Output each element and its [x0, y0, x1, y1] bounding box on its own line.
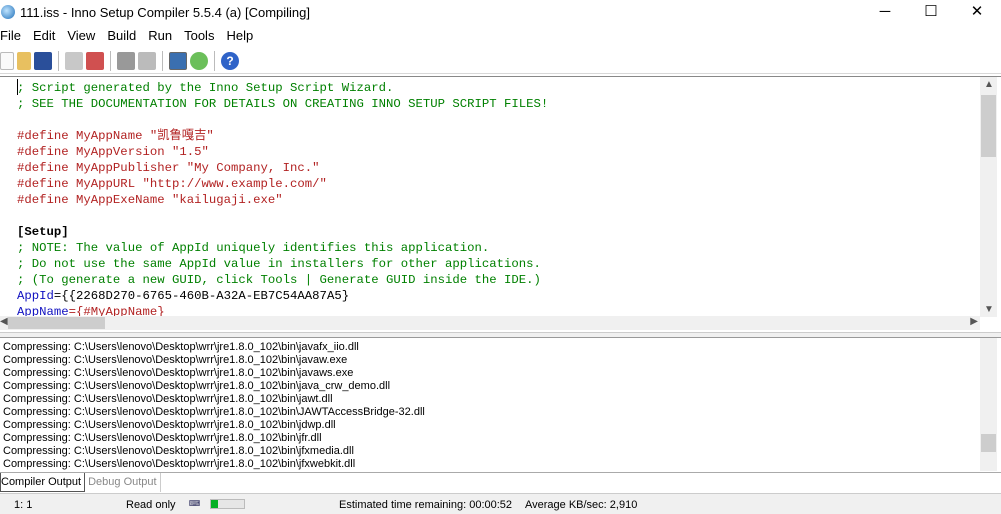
menu-build[interactable]: Build: [101, 26, 142, 46]
code-text[interactable]: ; Script generated by the Inno Setup Scr…: [17, 80, 548, 320]
code-line: ; NOTE: The value of AppId uniquely iden…: [17, 241, 490, 255]
compiler-output-panel: Compressing: C:\Users\lenovo\Desktop\wrr…: [0, 338, 1001, 471]
cursor-position: 1: 1: [14, 499, 33, 511]
compile-icon[interactable]: [65, 51, 83, 70]
code-line: #define MyAppName "凯鲁嘎吉": [17, 129, 214, 143]
code-line: ; Script generated by the Inno Setup Scr…: [17, 81, 394, 95]
editor-vertical-scrollbar[interactable]: ▲ ▼: [980, 77, 997, 317]
app-icon: [1, 5, 15, 19]
code-key: AppId: [17, 289, 54, 303]
menu-bar: File Edit View Build Run Tools Help: [0, 26, 995, 46]
help-icon[interactable]: ?: [221, 51, 239, 70]
keyboard-icon: ⌨: [188, 499, 201, 508]
uninstall-icon[interactable]: [190, 51, 208, 70]
maximize-button[interactable]: ☐: [908, 0, 954, 26]
code-line: ; (To generate a new GUID, click Tools |…: [17, 273, 541, 287]
edit-mode: Read only: [126, 499, 176, 511]
output-line: Compressing: C:\Users\lenovo\Desktop\wrr…: [3, 445, 354, 457]
code-line: #define MyAppExeName "kailugaji.exe": [17, 193, 283, 207]
output-line: Compressing: C:\Users\lenovo\Desktop\wrr…: [3, 393, 333, 405]
script-editor[interactable]: ; Script generated by the Inno Setup Scr…: [0, 76, 1001, 330]
menu-edit[interactable]: Edit: [27, 26, 61, 46]
output-line: Compressing: C:\Users\lenovo\Desktop\wrr…: [3, 406, 425, 418]
average-speed: Average KB/sec: 2,910: [525, 499, 638, 511]
output-line: Compressing: C:\Users\lenovo\Desktop\wrr…: [3, 380, 391, 392]
output-line: Compressing: C:\Users\lenovo\Desktop\wrr…: [3, 419, 336, 431]
output-scrollbar[interactable]: [980, 338, 997, 471]
menu-file[interactable]: File: [0, 26, 27, 46]
menu-help[interactable]: Help: [220, 26, 259, 46]
menu-view[interactable]: View: [61, 26, 101, 46]
code-line: AppId={{2268D270-6765-460B-A32A-EB7C54AA…: [17, 288, 548, 304]
output-tabs: Compiler Output Debug Output: [0, 472, 1001, 492]
code-line: #define MyAppPublisher "My Company, Inc.…: [17, 161, 320, 175]
output-line: Compressing: C:\Users\lenovo\Desktop\wrr…: [3, 432, 322, 444]
window-title: 111.iss - Inno Setup Compiler 5.5.4 (a) …: [20, 5, 310, 20]
new-icon[interactable]: [0, 51, 14, 70]
pause-icon[interactable]: [138, 51, 156, 70]
stop-compile-icon[interactable]: [86, 51, 104, 70]
menu-tools[interactable]: Tools: [178, 26, 220, 46]
code-line: #define MyAppURL "http://www.example.com…: [17, 177, 327, 191]
output-line: Compressing: C:\Users\lenovo\Desktop\wrr…: [3, 341, 359, 353]
close-button[interactable]: ✕: [954, 0, 1000, 26]
output-line: Compressing: C:\Users\lenovo\Desktop\wrr…: [3, 354, 348, 366]
run-icon[interactable]: [117, 51, 135, 70]
minimize-button[interactable]: ─: [862, 0, 908, 26]
target-icon[interactable]: [169, 51, 187, 70]
tab-debug-output[interactable]: Debug Output: [85, 473, 161, 492]
status-bar: 1: 1 Read only ⌨ Estimated time remainin…: [0, 493, 1001, 514]
toolbar: ?: [0, 48, 1001, 74]
compile-progress-bar: [210, 499, 245, 509]
open-icon[interactable]: [17, 51, 31, 70]
output-line: Compressing: C:\Users\lenovo\Desktop\wrr…: [3, 458, 356, 470]
save-icon[interactable]: [34, 51, 52, 70]
estimated-time: Estimated time remaining: 00:00:52: [339, 499, 513, 511]
code-line: #define MyAppVersion "1.5": [17, 145, 209, 159]
code-value: ={{2268D270-6765-460B-A32A-EB7C54AA87A5}: [53, 289, 350, 303]
output-line: Compressing: C:\Users\lenovo\Desktop\wrr…: [3, 367, 354, 379]
code-line: ; Do not use the same AppId value in ins…: [17, 257, 541, 271]
tab-compiler-output[interactable]: Compiler Output: [0, 473, 86, 492]
code-line: [Setup]: [17, 225, 69, 239]
editor-horizontal-scrollbar[interactable]: ◀ ▶: [0, 316, 980, 330]
title-bar: 111.iss - Inno Setup Compiler 5.5.4 (a) …: [0, 0, 1001, 26]
code-line: ; SEE THE DOCUMENTATION FOR DETAILS ON C…: [17, 97, 549, 111]
menu-run[interactable]: Run: [142, 26, 178, 46]
text-caret: [17, 79, 18, 95]
